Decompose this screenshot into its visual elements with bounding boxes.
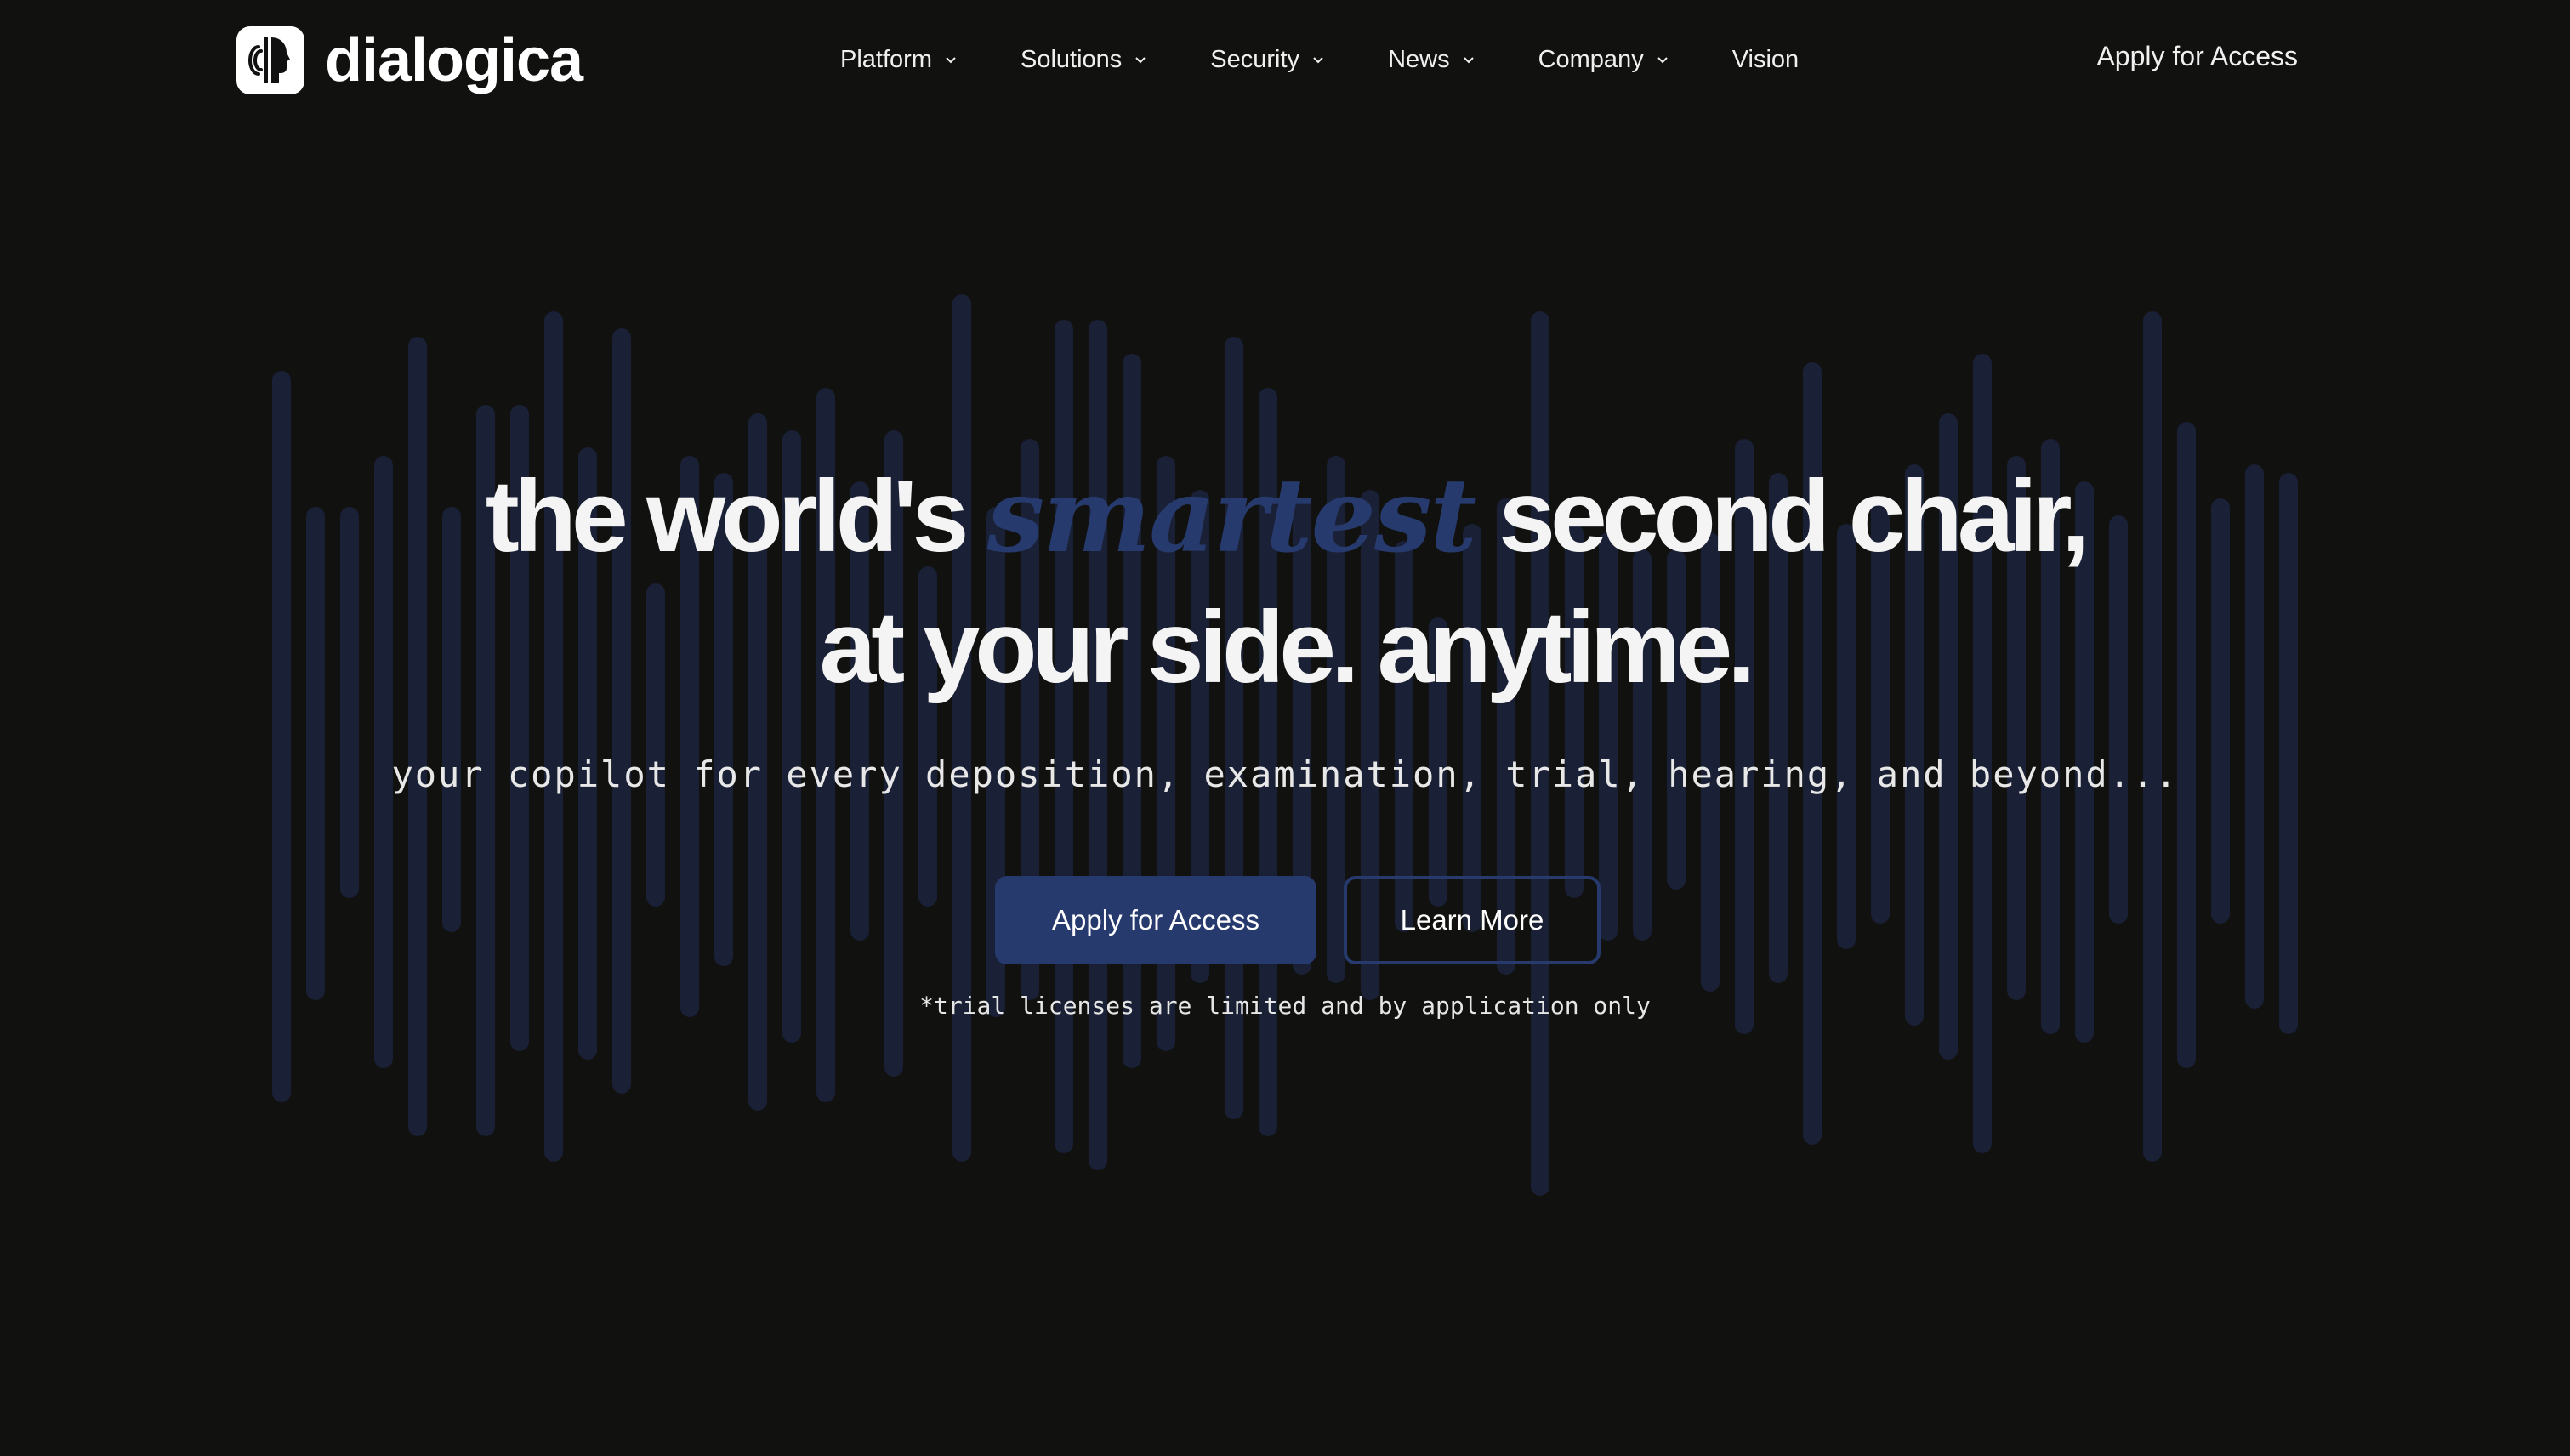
nav-item-label: Platform bbox=[840, 45, 932, 73]
hero-buttons: Apply for Access Learn More bbox=[0, 876, 2570, 964]
site-header: dialogica Platform Solutions Security Ne… bbox=[0, 0, 2570, 119]
headline-accent: smartest bbox=[986, 456, 1477, 576]
nav-item-news[interactable]: News bbox=[1388, 46, 1477, 74]
nav-item-platform[interactable]: Platform bbox=[840, 46, 959, 74]
nav-item-company[interactable]: Company bbox=[1538, 46, 1671, 74]
nav-item-label: News bbox=[1388, 45, 1450, 73]
header-apply-link[interactable]: Apply for Access bbox=[2096, 41, 2298, 72]
headline-part2: second chair, bbox=[1475, 459, 2090, 573]
nav-item-vision[interactable]: Vision bbox=[1732, 46, 1799, 74]
chevron-down-icon bbox=[1135, 57, 1146, 64]
brand-name: dialogica bbox=[325, 26, 583, 94]
hero-section: the world's smartest second chair, at yo… bbox=[0, 451, 2570, 795]
nav-item-label: Solutions bbox=[1020, 45, 1123, 73]
nav-item-label: Company bbox=[1538, 45, 1644, 73]
nav-item-solutions[interactable]: Solutions bbox=[1021, 46, 1149, 74]
chevron-down-icon bbox=[1313, 57, 1323, 64]
main-nav: Platform Solutions Security News Company… bbox=[840, 41, 1799, 78]
hero-headline: the world's smartest second chair, at yo… bbox=[0, 451, 2570, 713]
chevron-down-icon bbox=[1657, 57, 1668, 64]
headline-line2: at your side. anytime. bbox=[819, 590, 1755, 704]
apply-for-access-button[interactable]: Apply for Access bbox=[995, 876, 1316, 964]
hero-subline: your copilot for every deposition, exami… bbox=[391, 754, 2179, 795]
trial-disclaimer: *trial licenses are limited and by appli… bbox=[919, 992, 1651, 1020]
landing-page: dialogica Platform Solutions Security Ne… bbox=[0, 0, 2570, 1456]
nav-item-security[interactable]: Security bbox=[1210, 46, 1327, 74]
nav-item-label: Security bbox=[1210, 45, 1300, 73]
brand-logo[interactable]: dialogica bbox=[236, 26, 583, 95]
chevron-down-icon bbox=[946, 57, 956, 64]
headline-part1: the world's bbox=[485, 459, 987, 573]
learn-more-button[interactable]: Learn More bbox=[1344, 876, 1601, 964]
face-profile-soundwave-icon bbox=[236, 26, 304, 94]
chevron-down-icon bbox=[1463, 57, 1474, 64]
nav-item-label: Vision bbox=[1731, 45, 1800, 73]
